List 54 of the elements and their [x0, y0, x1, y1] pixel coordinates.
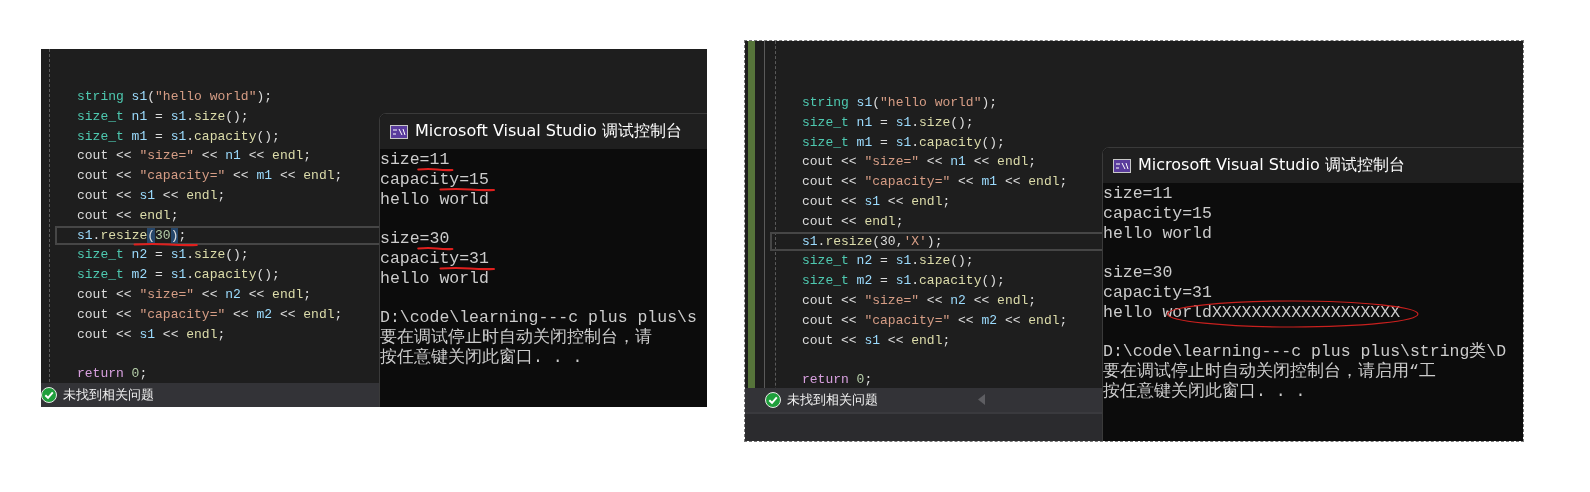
code-line: size_t n2 = s1.size();: [802, 252, 974, 269]
code-line: return 0;: [77, 365, 148, 382]
console-output-line: size=11: [1103, 185, 1173, 202]
code-line: return 0;: [802, 371, 873, 388]
code-line: size_t n1 = s1.size();: [77, 107, 249, 124]
console-title: Microsoft Visual Studio 调试控制台: [1138, 155, 1405, 176]
console-output-line: hello world: [380, 190, 489, 208]
code-line: cout << endl;: [77, 206, 179, 223]
code-line: size_t n2 = s1.size();: [77, 246, 249, 263]
code-line: cout << "size=" << n2 << endl;: [802, 291, 1037, 308]
console-output-line: hello world: [380, 269, 489, 287]
status-text: 未找到相关问题: [787, 391, 878, 409]
code-line: cout << s1 << endl;: [77, 187, 226, 203]
console-output-line: 按任意键关闭此窗口. . .: [1103, 382, 1306, 400]
code-line: size_t m1 = s1.capacity();: [77, 127, 280, 144]
console-title: Microsoft Visual Studio 调试控制台: [415, 121, 682, 142]
code-line: size_t n1 = s1.size();: [802, 113, 974, 130]
code-line: cout << s1 << endl;: [802, 331, 951, 348]
console-output-line: capacity=15: [380, 170, 489, 188]
code-line: size_t m2 = s1.capacity();: [802, 272, 1005, 289]
code-line: cout << endl;: [802, 212, 904, 229]
console-output-line: D:\code\learning---c plus plus\string类\D: [1103, 343, 1507, 361]
console-output-line: size=30: [1103, 264, 1173, 282]
console-output-line: 要在调试停止时自动关闭控制台，请启用“工: [1103, 363, 1436, 381]
code-line: cout << "capacity=" << m1 << endl;: [802, 173, 1068, 190]
code-line: cout << s1 << endl;: [77, 325, 226, 342]
console-output-line: capacity=31: [1103, 284, 1212, 301]
check-icon: [765, 392, 781, 408]
console-output-line: size=30: [380, 230, 450, 248]
console-output-line: 按任意键关闭此窗口. . .: [380, 348, 583, 366]
scroll-left-icon[interactable]: [978, 394, 986, 405]
code-line: string s1("hello world");: [802, 94, 998, 110]
code-line: s1.resize(30);: [77, 226, 187, 243]
console-app-icon: [390, 124, 408, 139]
code-line: cout << "capacity=" << m2 << endl;: [77, 305, 343, 322]
console-output-line: capacity=15: [1103, 204, 1212, 222]
console-output-line: D:\code\learning---c plus plus\s: [380, 309, 697, 327]
code-line: cout << "size=" << n1 << endl;: [802, 153, 1037, 170]
console-output-line: capacity=31: [380, 250, 489, 267]
code-line: s1.resize(30,'X');: [802, 232, 943, 249]
code-line: cout << "capacity=" << m2 << endl;: [802, 311, 1068, 328]
console-output-line: hello world: [1103, 224, 1212, 242]
console-app-icon: [1113, 158, 1131, 173]
code-line: size_t m1 = s1.capacity();: [802, 133, 1005, 150]
console-output-line: 要在调试停止时自动关闭控制台，请: [380, 329, 652, 347]
console-output-line: size=11: [380, 151, 450, 168]
code-line: cout << "capacity=" << m1 << endl;: [77, 167, 343, 184]
code-line: cout << "size=" << n2 << endl;: [77, 285, 312, 302]
code-line: string s1("hello world");: [77, 88, 273, 104]
code-line: size_t m2 = s1.capacity();: [77, 266, 280, 283]
code-line: cout << "size=" << n1 << endl;: [77, 147, 312, 164]
check-icon: [41, 387, 57, 403]
status-text: 未找到相关问题: [63, 386, 154, 404]
code-line: cout << s1 << endl;: [802, 193, 951, 209]
